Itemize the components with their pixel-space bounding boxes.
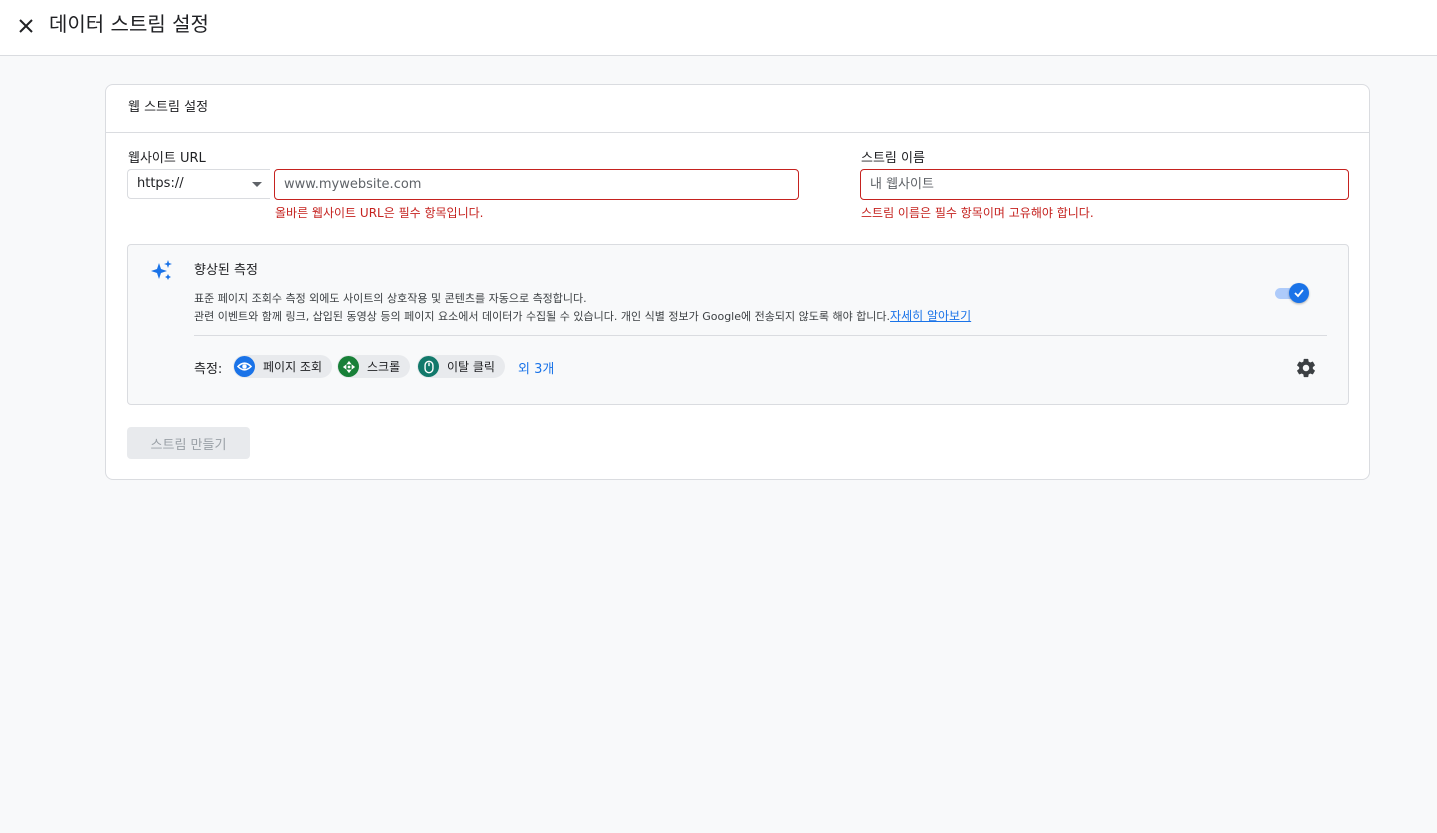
chip-scroll: 스크롤 (337, 355, 411, 378)
enhanced-measurement-toggle[interactable] (1275, 282, 1309, 304)
chip-label: 페이지 조회 (263, 360, 323, 374)
web-stream-card: 웹 스트림 설정 웹사이트 URL https:// 올바른 웹사이트 URL은… (105, 84, 1370, 480)
enhanced-measurement-panel: 향상된 측정 표준 페이지 조회수 측정 외에도 사이트의 상호작용 및 콘텐츠… (127, 244, 1349, 405)
top-bar: 데이터 스트림 설정 (0, 0, 1437, 56)
card-title: 웹 스트림 설정 (106, 85, 1369, 133)
enhanced-measurement-note: 관련 이벤트와 함께 링크, 삽입된 동영상 등의 페이지 요소에서 데이터가 … (194, 307, 971, 324)
sparkle-icon (151, 260, 172, 280)
page-title: 데이터 스트림 설정 (49, 12, 209, 36)
more-measurements-link[interactable]: 외 3개 (518, 358, 554, 377)
website-url-label: 웹사이트 URL (128, 151, 206, 166)
enhanced-measurement-title: 향상된 측정 (194, 263, 258, 278)
mouse-icon (418, 356, 439, 377)
close-icon[interactable] (14, 14, 38, 38)
stream-name-label: 스트림 이름 (861, 151, 925, 166)
protocol-value: https:// (137, 176, 184, 191)
measurement-label: 측정: (194, 362, 223, 377)
website-url-input[interactable] (274, 169, 799, 200)
protocol-select[interactable]: https:// (127, 169, 270, 199)
create-stream-button[interactable]: 스트림 만들기 (127, 427, 250, 459)
chip-label: 이탈 클릭 (447, 360, 495, 374)
divider (194, 335, 1327, 336)
website-url-error: 올바른 웹사이트 URL은 필수 항목입니다. (275, 206, 484, 220)
scroll-icon (338, 356, 359, 377)
chip-label: 스크롤 (367, 360, 401, 374)
chip-page-views: 페이지 조회 (233, 355, 333, 378)
enhanced-measurement-description: 표준 페이지 조회수 측정 외에도 사이트의 상호작용 및 콘텐츠를 자동으로 … (194, 292, 587, 305)
eye-icon (234, 356, 255, 377)
enhanced-measurement-note-text: 관련 이벤트와 함께 링크, 삽입된 동영상 등의 페이지 요소에서 데이터가 … (194, 310, 891, 323)
gear-icon[interactable] (1295, 357, 1317, 379)
chip-outbound-clicks: 이탈 클릭 (417, 355, 505, 378)
stream-name-error: 스트림 이름은 필수 항목이며 고유해야 합니다. (861, 206, 1094, 220)
chevron-down-icon (252, 182, 262, 187)
check-icon (1289, 283, 1309, 303)
learn-more-link[interactable]: 자세히 알아보기 (890, 309, 971, 323)
stream-name-input[interactable] (860, 169, 1349, 200)
